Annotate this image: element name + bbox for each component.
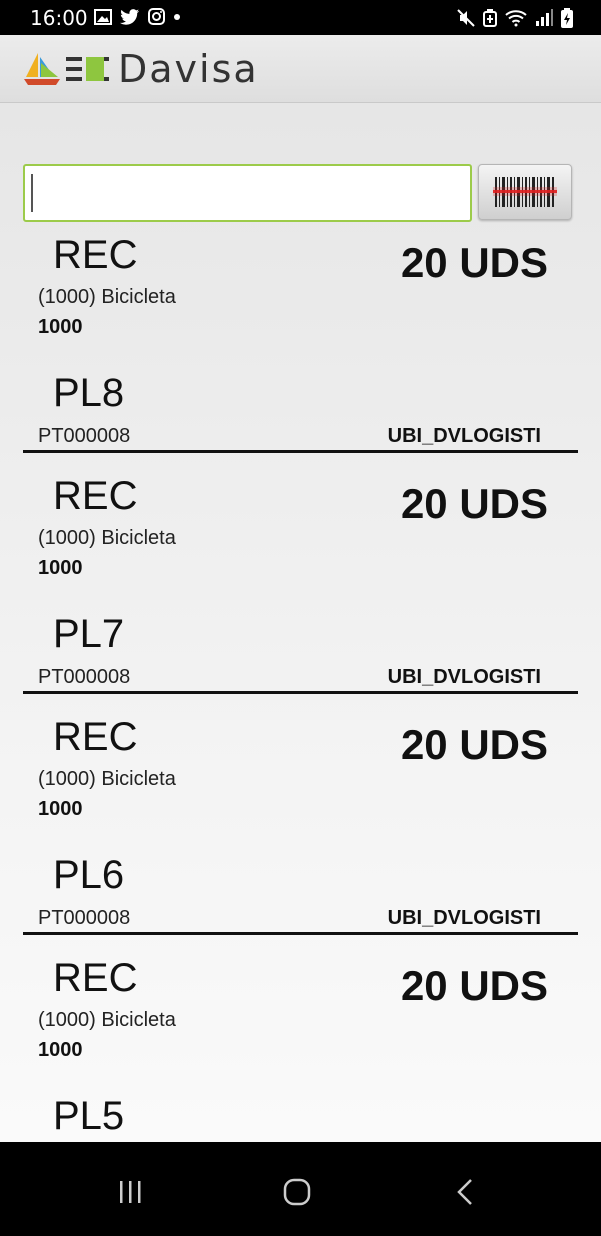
brand-name: Davisa (118, 47, 259, 91)
list-item[interactable]: REC 20 UDS (1000) Bicicleta 1000 PL7 PT0… (0, 464, 601, 705)
list-item[interactable]: REC 20 UDS (1000) Bicicleta 1000 PL8 PT0… (0, 223, 601, 464)
record-location: UBI_DVLOGISTI (387, 666, 541, 688)
record-pallet: PL5 (53, 1094, 125, 1138)
record-description: (1000) Bicicleta (38, 768, 176, 790)
scan-button[interactable] (478, 164, 572, 220)
record-code: 1000 (38, 798, 83, 820)
status-time: 16:00 (30, 6, 88, 30)
record-type: REC (53, 474, 138, 518)
record-pallet: PL8 (53, 371, 125, 415)
record-quantity: 20 UDS (400, 480, 548, 527)
recent-apps-button[interactable] (100, 1172, 160, 1212)
record-type: REC (53, 715, 138, 759)
text-caret (31, 174, 33, 212)
divider (23, 691, 578, 694)
record-pallet: PL7 (53, 612, 125, 656)
status-bar: 16:00 (0, 0, 601, 35)
content-area: REC 20 UDS (1000) Bicicleta 1000 PL8 PT0… (0, 103, 601, 1142)
system-icons (457, 8, 573, 28)
battery-saver-icon (483, 9, 497, 27)
equals-logo-icon (66, 57, 109, 81)
record-lot: PT000008 (38, 907, 131, 929)
divider (23, 450, 578, 453)
record-description: (1000) Bicicleta (38, 286, 176, 308)
back-icon (457, 1179, 472, 1205)
list-item[interactable]: REC 20 UDS (1000) Bicicleta 1000 PL6 PT0… (0, 705, 601, 946)
app-header: Davisa (0, 35, 601, 103)
barcode-scanner-icon (493, 177, 557, 207)
brand-logo: Davisa (22, 49, 259, 89)
notification-icons (94, 8, 181, 25)
record-location: UBI_DVLOGISTI (387, 907, 541, 929)
sailboat-logo-icon (24, 53, 60, 85)
record-code: 1000 (38, 557, 83, 579)
instagram-icon (148, 8, 165, 25)
signal-icon (536, 9, 553, 26)
image-icon (94, 8, 112, 25)
battery-icon (561, 8, 573, 28)
mute-icon (457, 9, 475, 27)
record-list[interactable]: REC 20 UDS (1000) Bicicleta 1000 PL8 PT0… (0, 223, 601, 1142)
record-description: (1000) Bicicleta (38, 527, 176, 549)
navigation-bar (0, 1142, 601, 1236)
search-input[interactable] (23, 164, 472, 222)
record-quantity: 20 UDS (400, 239, 548, 286)
record-lot: PT000008 (38, 425, 131, 447)
recent-apps-icon (120, 1181, 141, 1203)
record-code: 1000 (38, 316, 83, 338)
home-button[interactable] (267, 1172, 327, 1212)
record-location: UBI_DVLOGISTI (387, 425, 541, 447)
record-quantity: 20 UDS (400, 962, 548, 1009)
wifi-icon (505, 10, 527, 27)
home-icon (283, 1178, 311, 1206)
record-type: REC (53, 233, 138, 277)
divider (23, 932, 578, 935)
record-lot: PT000008 (38, 666, 131, 688)
twitter-icon (120, 8, 139, 25)
record-code: 1000 (38, 1039, 83, 1061)
record-pallet: PL6 (53, 853, 125, 897)
dot-icon (174, 13, 180, 20)
record-description: (1000) Bicicleta (38, 1009, 176, 1031)
record-type: REC (53, 956, 138, 1000)
record-quantity: 20 UDS (400, 721, 548, 768)
list-item[interactable]: REC 20 UDS (1000) Bicicleta 1000 PL5 (0, 946, 601, 1142)
back-button[interactable] (435, 1172, 495, 1212)
